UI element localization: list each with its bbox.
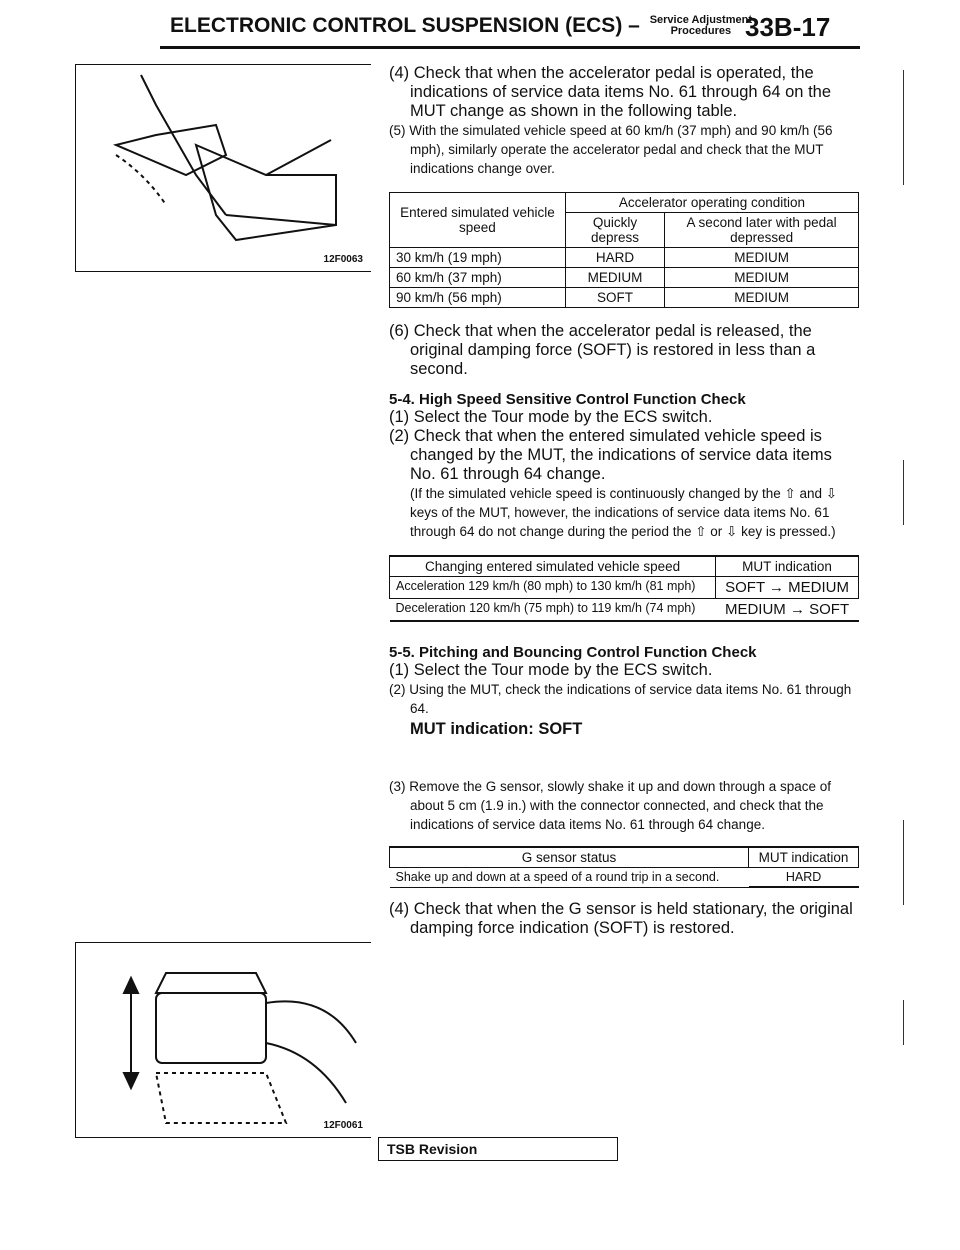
result: MUT indication: SOFT bbox=[410, 720, 583, 738]
margin-bar bbox=[903, 460, 904, 525]
content-column: (4) Check that when the accelerator peda… bbox=[388, 64, 860, 938]
step: (2) Using the MUT, check the indications… bbox=[389, 682, 852, 716]
table-row: 60 km/h (37 mph) MEDIUM MEDIUM bbox=[389, 267, 859, 288]
header-title: ELECTRONIC CONTROL SUSPENSION (ECS) bbox=[170, 14, 623, 37]
cell: SOFT → MEDIUM bbox=[715, 576, 859, 599]
section-title: 5-4. High Speed Sensitive Control Functi… bbox=[389, 391, 746, 408]
col-header: Quickly depress bbox=[564, 212, 666, 248]
header-rule bbox=[160, 46, 860, 49]
step-5: (5) With the simulated vehicle speed at … bbox=[389, 123, 833, 176]
cell: Deceleration 120 km/h (75 mph) to 119 km… bbox=[389, 598, 716, 622]
header-subtitle-2: Procedures bbox=[670, 25, 732, 38]
cell: HARD bbox=[748, 867, 859, 888]
col-header: Changing entered simulated vehicle speed bbox=[388, 555, 717, 577]
margin-bar bbox=[903, 820, 904, 905]
cell: MEDIUM → SOFT bbox=[715, 598, 859, 622]
cell: Shake up and down at a speed of a round … bbox=[389, 867, 749, 888]
figure-pedal: 12F0063 bbox=[75, 64, 371, 272]
table-row: Acceleration 129 km/h (80 mph) to 130 km… bbox=[388, 576, 859, 599]
col-header: MUT indication bbox=[715, 555, 859, 577]
section-title: 5-5. Pitching and Bouncing Control Funct… bbox=[389, 644, 757, 661]
note: (If the simulated vehicle speed is conti… bbox=[410, 486, 838, 539]
step: (1) Select the Tour mode by the ECS swit… bbox=[389, 661, 713, 679]
figure-g-sensor: 12F0061 bbox=[75, 942, 371, 1138]
cell: 60 km/h (37 mph) bbox=[389, 267, 566, 288]
step-4: (4) Check that when the accelerator peda… bbox=[389, 64, 831, 120]
step: (2) Check that when the entered simulate… bbox=[389, 427, 832, 483]
cell: MEDIUM bbox=[664, 267, 859, 288]
table-row: 90 km/h (56 mph) SOFT MEDIUM bbox=[389, 287, 859, 308]
table-row: Deceleration 120 km/h (75 mph) to 119 km… bbox=[389, 598, 859, 622]
cell: 30 km/h (19 mph) bbox=[389, 247, 566, 268]
accelerator-pedal-illustration-icon bbox=[112, 74, 337, 242]
accelerator-table: Entered simulated vehicle speed Accelerat… bbox=[389, 192, 860, 308]
cell: HARD bbox=[564, 247, 666, 268]
page-number: 33B-17 bbox=[745, 12, 831, 42]
col-group-header: Accelerator operating condition bbox=[564, 192, 860, 213]
step-6: (6) Check that when the accelerator peda… bbox=[389, 322, 816, 378]
tsb-revision-box: TSB Revision bbox=[378, 1137, 618, 1161]
manual-page: ELECTRONIC CONTROL SUSPENSION (ECS) – Se… bbox=[0, 0, 960, 1250]
page-header: ELECTRONIC CONTROL SUSPENSION (ECS) – Se… bbox=[170, 14, 756, 38]
cell: 90 km/h (56 mph) bbox=[389, 287, 566, 308]
header-dash: – bbox=[628, 14, 640, 37]
step: (4) Check that when the G sensor is held… bbox=[389, 900, 853, 937]
g-sensor-illustration-icon bbox=[122, 972, 357, 1124]
col-header: MUT indication bbox=[748, 846, 859, 868]
g-sensor-table: G sensor status MUT indication Shake up a… bbox=[388, 846, 859, 888]
header-subtitle: Service Adjustment Procedures bbox=[650, 15, 752, 37]
cell: MEDIUM bbox=[664, 247, 859, 268]
cell: SOFT bbox=[564, 287, 666, 308]
figure-label: 12F0061 bbox=[323, 1120, 363, 1131]
cell: Acceleration 129 km/h (80 mph) to 130 km… bbox=[388, 576, 717, 599]
table-row: 30 km/h (19 mph) HARD MEDIUM bbox=[389, 247, 859, 268]
col-header: Entered simulated vehicle speed bbox=[389, 192, 566, 248]
step: (1) Select the Tour mode by the ECS swit… bbox=[389, 408, 713, 426]
cell: MEDIUM bbox=[664, 287, 859, 308]
cell: MEDIUM bbox=[564, 267, 666, 288]
col-header: A second later with pedal depressed bbox=[664, 212, 859, 248]
margin-bar bbox=[903, 70, 904, 185]
margin-bar bbox=[903, 1000, 904, 1045]
figure-label: 12F0063 bbox=[323, 254, 363, 265]
speed-table: Changing entered simulated vehicle speed… bbox=[388, 555, 859, 622]
step: (3) Remove the G sensor, slowly shake it… bbox=[389, 779, 831, 832]
col-header: G sensor status bbox=[388, 846, 750, 868]
table-row: Shake up and down at a speed of a round … bbox=[389, 867, 859, 888]
